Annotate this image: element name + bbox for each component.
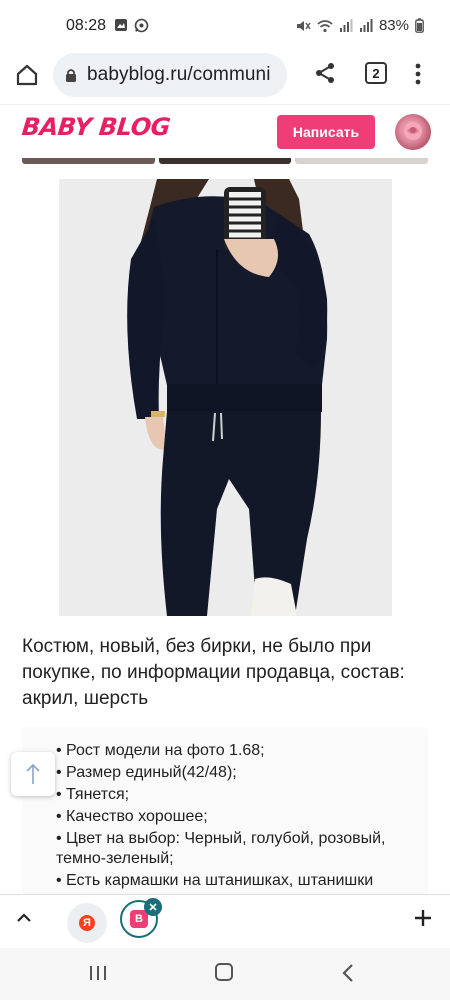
whatsapp-icon: [134, 18, 149, 33]
plus-icon[interactable]: [412, 907, 434, 929]
previous-images-strip: [22, 158, 429, 164]
prev-image: [158, 158, 292, 164]
back-icon[interactable]: [341, 963, 355, 983]
site-logo[interactable]: BABY BLOG: [21, 113, 172, 141]
tab-switcher-button[interactable]: 2: [365, 62, 387, 84]
features-card: Рост модели на фото 1.68; Размер единый(…: [22, 727, 428, 897]
home-nav-button[interactable]: [215, 963, 233, 981]
list-item: Тянется;: [56, 785, 416, 805]
signal-icon-2: [359, 18, 373, 32]
notification-icons: [114, 18, 149, 33]
list-item: Цвет на выбор: Черный, голубой, розовый,…: [56, 829, 416, 869]
more-menu-icon[interactable]: [414, 62, 422, 86]
share-icon[interactable]: [314, 61, 336, 85]
address-bar[interactable]: babyblog.ru/communi: [53, 53, 287, 97]
arrow-up-icon: [26, 763, 40, 784]
browser-toolbar: babyblog.ru/communi 2: [0, 50, 450, 102]
browser-bottom-bar: Я B: [0, 894, 450, 948]
status-bar: 08:28 83%: [0, 0, 450, 50]
status-time: 08:28: [66, 17, 107, 34]
features-list: Рост модели на фото 1.68; Размер единый(…: [56, 741, 416, 897]
prev-image: [22, 158, 155, 164]
battery-icon: [415, 18, 424, 33]
write-button[interactable]: Написать: [277, 115, 375, 149]
rose-image: [404, 122, 422, 140]
list-item: Рост модели на фото 1.68;: [56, 741, 416, 761]
avatar[interactable]: [395, 114, 431, 150]
site-header: BABY BLOG Написать: [0, 104, 450, 160]
status-right: 83%: [295, 17, 424, 34]
scroll-to-top-button[interactable]: [11, 752, 55, 796]
recent-apps-icon[interactable]: [89, 964, 107, 982]
home-icon[interactable]: [14, 62, 40, 88]
list-item: Качество хорошее;: [56, 807, 416, 827]
chevron-up-icon[interactable]: [16, 911, 32, 923]
mute-icon: [296, 20, 311, 31]
yandex-tab-button[interactable]: Я: [67, 903, 107, 943]
lock-icon: [66, 69, 76, 82]
wifi-icon: [317, 19, 333, 32]
gallery-icon: [115, 19, 127, 31]
signal-icon-1: [339, 18, 353, 32]
list-item: Размер единый(42/48);: [56, 763, 416, 783]
battery-percent: 83%: [378, 17, 409, 34]
post-description: Костюм, новый, без бирки, не было при по…: [22, 636, 405, 709]
close-icon: [149, 903, 157, 911]
product-photo[interactable]: [59, 179, 392, 616]
model-in-tracksuit-image: [59, 179, 392, 616]
prev-image: [295, 158, 429, 164]
close-tab-button[interactable]: [144, 898, 162, 916]
yandex-icon: Я: [79, 915, 95, 931]
system-nav-bar: [0, 948, 450, 1000]
url-text: babyblog.ru/communi: [87, 64, 271, 85]
